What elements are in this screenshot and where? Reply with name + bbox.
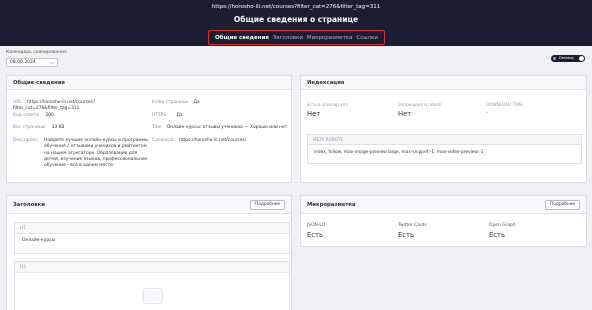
- scan-calendar-label: Календарь сканирования: [6, 50, 67, 55]
- open-graph-label: Open Graph: [489, 223, 516, 228]
- twitter-cards-label: Twitter Cards: [398, 223, 427, 228]
- jsonld-col: JSON-LD Есть: [307, 223, 325, 239]
- device-toggle[interactable]: Desktop: [551, 55, 585, 62]
- h2-label: H2: [15, 262, 289, 273]
- canonical-label: Canonical: [152, 138, 174, 143]
- jsonld-label: JSON-LD: [307, 223, 326, 228]
- indexing-title: Индексация: [307, 79, 345, 86]
- sitemap-label: Есть в sitemap.xml: [307, 102, 348, 107]
- general-info-card: Общие сведения URL https://horosho-ili.n…: [6, 75, 292, 183]
- empty-state-icon: [143, 288, 163, 304]
- download-col: DOWNLOAD TIME -: [486, 102, 523, 116]
- sitemap-value: Нет: [307, 110, 321, 118]
- download-label: DOWNLOAD TIME: [486, 102, 523, 107]
- headings-more-button[interactable]: Подробнее: [250, 199, 285, 210]
- h1-value: Онлайн-курсы: [22, 238, 56, 243]
- markup-title: Микроразметка: [307, 201, 356, 208]
- index-row: Index страницы Да: [152, 100, 200, 106]
- device-toggle-label: Desktop: [559, 56, 574, 60]
- meta-robots-value: index, follow, max-image-preview:large, …: [314, 150, 484, 155]
- h1-box: H1 Онлайн-курсы: [14, 222, 290, 254]
- indexing-header: Индексация: [301, 76, 586, 90]
- headings-header: Заголовки Подробнее: [7, 196, 291, 214]
- page-title: Общие сведения о странице: [233, 15, 359, 24]
- desktop-icon: [553, 57, 556, 60]
- open-graph-col: Open Graph Есть: [489, 223, 516, 239]
- meta-robots-box: META ROBOTS index, follow, max-image-pre…: [307, 134, 582, 164]
- url-label: URL: [13, 100, 22, 105]
- h1-label: H1: [15, 223, 289, 234]
- index-value: Да: [193, 100, 200, 105]
- headings-card: Заголовки Подробнее H1 Онлайн-курсы H2: [6, 195, 292, 310]
- weight-value: 33 KB: [51, 125, 65, 130]
- title-value: Онлайн-курсы: отзывы учеников — Хорошо и…: [166, 125, 288, 130]
- canonical-value[interactable]: https://horosho-ili.net/courses/: [179, 138, 246, 143]
- https-label: HTTPS: [152, 113, 167, 118]
- download-value: -: [486, 110, 488, 116]
- page-url: https://horosho-ili.net/courses?filter_c…: [211, 4, 381, 10]
- url-value[interactable]: https://horosho-ili.net/courses?filter_c…: [13, 100, 95, 111]
- open-graph-value: Есть: [489, 231, 505, 239]
- code-label: Код ответа: [13, 113, 40, 118]
- robots-label: Запрещена в robots: [398, 102, 442, 107]
- calendar-icon[interactable]: ▭: [50, 61, 54, 66]
- desc-label: Description: [13, 138, 39, 143]
- robots-col: Запрещена в robots Нет: [398, 102, 441, 118]
- sitemap-col: Есть в sitemap.xml Нет: [307, 102, 348, 118]
- weight-row: Вес страницы 33 KB: [13, 125, 64, 131]
- desc-value: Найдите лучшие онлайн-курсы и программы …: [44, 138, 149, 169]
- robots-value: Нет: [398, 110, 412, 118]
- general-info-header: Общие сведения: [7, 76, 291, 90]
- index-label: Index страницы: [152, 100, 189, 105]
- toggle-knob: [579, 56, 584, 61]
- scan-date-value: 08.06.2024: [10, 60, 36, 65]
- jsonld-value: Есть: [307, 231, 323, 239]
- headings-title: Заголовки: [13, 201, 45, 208]
- h2-box: H2: [14, 261, 290, 310]
- twitter-cards-value: Есть: [398, 231, 414, 239]
- tab-links[interactable]: Ссылки: [356, 35, 378, 41]
- meta-robots-label: META ROBOTS: [308, 135, 581, 145]
- tab-headings[interactable]: Заголовки: [273, 35, 303, 41]
- title-label: Title: [152, 125, 162, 130]
- page-header: https://horosho-ili.net/courses?filter_c…: [0, 0, 592, 46]
- title-row: Title Онлайн-курсы: отзывы учеников — Хо…: [152, 125, 290, 131]
- tab-markup[interactable]: Микроразметка: [307, 35, 353, 41]
- indexing-card: Индексация Есть в sitemap.xml Нет Запрещ…: [300, 75, 587, 183]
- https-value: Да: [176, 113, 183, 118]
- markup-card: Микроразметка Подробнее JSON-LD Есть Twi…: [300, 195, 587, 247]
- twitter-cards-col: Twitter Cards Есть: [398, 223, 427, 239]
- url-row: URL https://horosho-ili.net/courses?filt…: [13, 100, 155, 113]
- markup-more-button[interactable]: Подробнее: [545, 199, 580, 210]
- tab-bar: Общие сведения Заголовки Микроразметка С…: [208, 30, 385, 45]
- scan-date-input[interactable]: 08.06.2024 ▭: [6, 58, 58, 67]
- markup-header: Микроразметка Подробнее: [301, 196, 586, 214]
- tab-general[interactable]: Общие сведения: [215, 35, 269, 41]
- weight-label: Вес страницы: [13, 125, 46, 130]
- code-value: 200: [45, 113, 54, 118]
- general-info-title: Общие сведения: [13, 79, 65, 86]
- canonical-row: Canonical https://horosho-ili.net/course…: [152, 138, 246, 144]
- https-row: HTTPS Да: [152, 113, 183, 119]
- code-row: Код ответа 200: [13, 113, 54, 119]
